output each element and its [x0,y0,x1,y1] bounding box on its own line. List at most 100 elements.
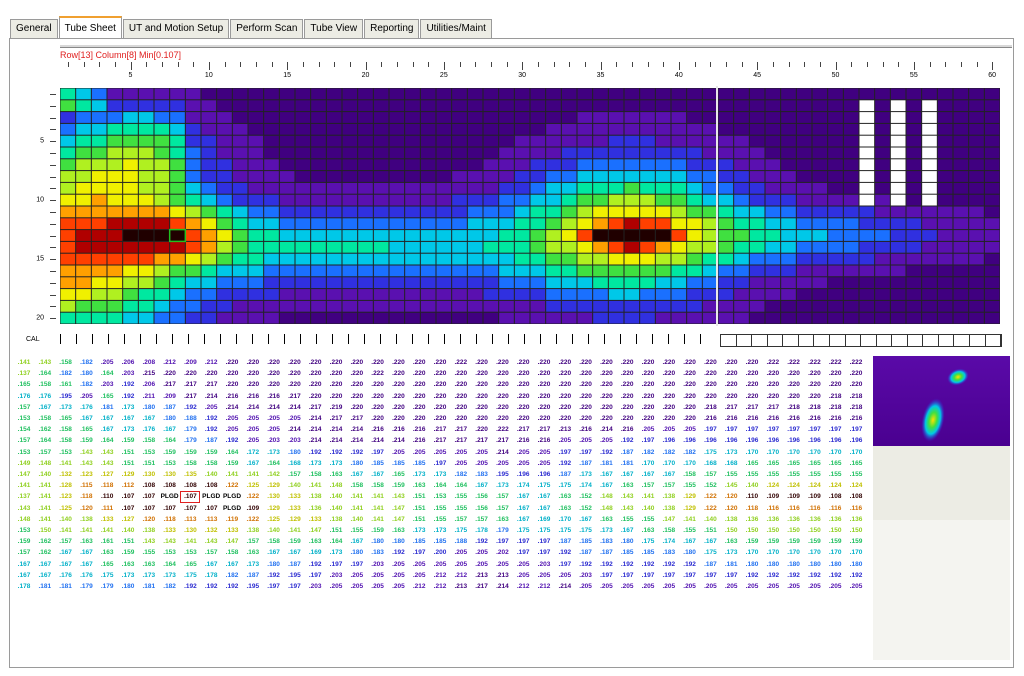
thickness-cell[interactable]: .205 [368,570,388,582]
tube-cell[interactable] [906,123,922,135]
tube-cell[interactable] [922,253,937,265]
tube-cell[interactable] [749,289,765,300]
tube-cell[interactable] [671,171,687,182]
thickness-cell[interactable]: .220 [784,379,804,391]
thickness-cell[interactable]: .173 [492,480,512,492]
tube-cell[interactable] [608,289,624,300]
tube-cell[interactable] [906,147,922,159]
thickness-cell[interactable]: .120 [721,503,741,515]
tube-cell[interactable] [593,100,608,112]
tube-cell[interactable] [765,182,781,194]
tube-cell[interactable] [264,265,279,277]
tube-cell[interactable] [483,147,499,159]
tube-cell[interactable] [76,265,91,277]
tube-cell[interactable] [295,300,311,312]
tube-cell[interactable] [342,135,358,147]
tube-cell[interactable] [389,123,405,135]
tube-cell[interactable] [546,123,561,135]
thickness-cell[interactable]: .220 [659,379,679,391]
thickness-cell[interactable]: .220 [534,402,554,414]
thickness-cell[interactable]: .205 [472,447,492,459]
thickness-cell[interactable]: .205 [409,570,429,582]
tube-cell[interactable] [217,289,232,300]
thickness-cell[interactable]: .220 [180,368,200,380]
tube-cell[interactable] [969,194,984,206]
tube-cell[interactable] [843,312,859,324]
tube-cell[interactable] [640,88,655,100]
tube-cell[interactable] [467,135,483,147]
tube-cell[interactable] [655,171,671,182]
thickness-cell[interactable]: .151 [139,458,159,470]
tube-cell[interactable] [467,300,483,312]
tube-cell[interactable] [436,194,452,206]
thickness-cell[interactable]: .205 [451,547,471,559]
thickness-cell[interactable]: .203 [368,559,388,571]
tube-cell[interactable] [154,241,170,253]
tube-cell[interactable] [828,253,843,265]
thickness-cell[interactable]: .168 [721,458,741,470]
thickness-cell[interactable]: .167 [596,480,616,492]
tube-cell[interactable] [264,241,279,253]
tube-cell[interactable] [60,265,76,277]
thickness-cell[interactable]: .164 [35,435,55,447]
thickness-cell[interactable]: .192 [555,458,575,470]
thickness-cell[interactable]: .220 [388,379,408,391]
tube-cell[interactable] [154,135,170,147]
thickness-cell[interactable]: .138 [721,514,741,526]
tube-cell[interactable] [436,100,452,112]
thickness-cell[interactable]: .192 [201,424,221,436]
tube-cell[interactable] [671,159,687,171]
tube-cell[interactable] [984,112,1000,123]
tube-cell[interactable] [436,112,452,123]
thickness-cell[interactable]: .220 [368,402,388,414]
thickness-cell[interactable]: .205 [243,424,263,436]
tube-cell[interactable] [671,194,687,206]
thickness-cell[interactable]: .220 [284,357,304,369]
thickness-cell[interactable]: .197 [638,435,658,447]
tube-cell[interactable] [201,289,217,300]
thickness-cell[interactable]: .180 [264,559,284,571]
thickness-cell[interactable]: .214 [264,402,284,414]
tube-cell[interactable] [655,135,671,147]
tube-cell[interactable] [311,100,326,112]
thickness-cell[interactable]: .185 [409,458,429,470]
tube-cell[interactable] [749,159,765,171]
thickness-cell[interactable]: .220 [680,379,700,391]
tube-cell[interactable] [311,182,326,194]
thickness-cell[interactable]: .218 [700,402,720,414]
tube-cell[interactable] [843,135,859,147]
tube-cell[interactable] [937,289,953,300]
tube-cell[interactable] [765,171,781,182]
tube-cell[interactable] [749,100,765,112]
tube-cell[interactable] [420,206,436,218]
tube-cell[interactable] [812,300,828,312]
thickness-cell[interactable]: .155 [430,503,450,515]
thickness-cell[interactable]: .220 [617,402,637,414]
tube-cell[interactable] [843,159,859,171]
thickness-cell[interactable]: .109 [784,491,804,503]
thickness-cell[interactable]: .196 [659,435,679,447]
tube-cell[interactable] [467,218,483,230]
tube-cell[interactable] [91,241,107,253]
thickness-cell[interactable]: .180 [347,458,367,470]
tube-cell[interactable] [373,300,389,312]
thickness-cell[interactable]: .216 [534,435,554,447]
thickness-cell[interactable]: .217 [284,391,304,403]
thickness-cell[interactable]: .181 [97,402,117,414]
tube-cell[interactable] [123,159,138,171]
tube-cell[interactable] [749,123,765,135]
tube-cell[interactable] [358,100,373,112]
tube-cell[interactable] [201,112,217,123]
thickness-cell[interactable]: .141 [638,491,658,503]
thickness-cell[interactable]: .170 [555,514,575,526]
tube-cell[interactable] [483,194,499,206]
tube-cell[interactable] [655,100,671,112]
thickness-cell[interactable]: .107 [139,503,159,515]
cal-cell[interactable] [799,335,815,346]
thickness-cell[interactable]: .123 [76,469,96,481]
tube-cell[interactable] [217,159,232,171]
tube-cell[interactable] [640,289,655,300]
tube-cell[interactable] [593,123,608,135]
tube-cell[interactable] [185,241,201,253]
tube-cell[interactable] [593,88,608,100]
